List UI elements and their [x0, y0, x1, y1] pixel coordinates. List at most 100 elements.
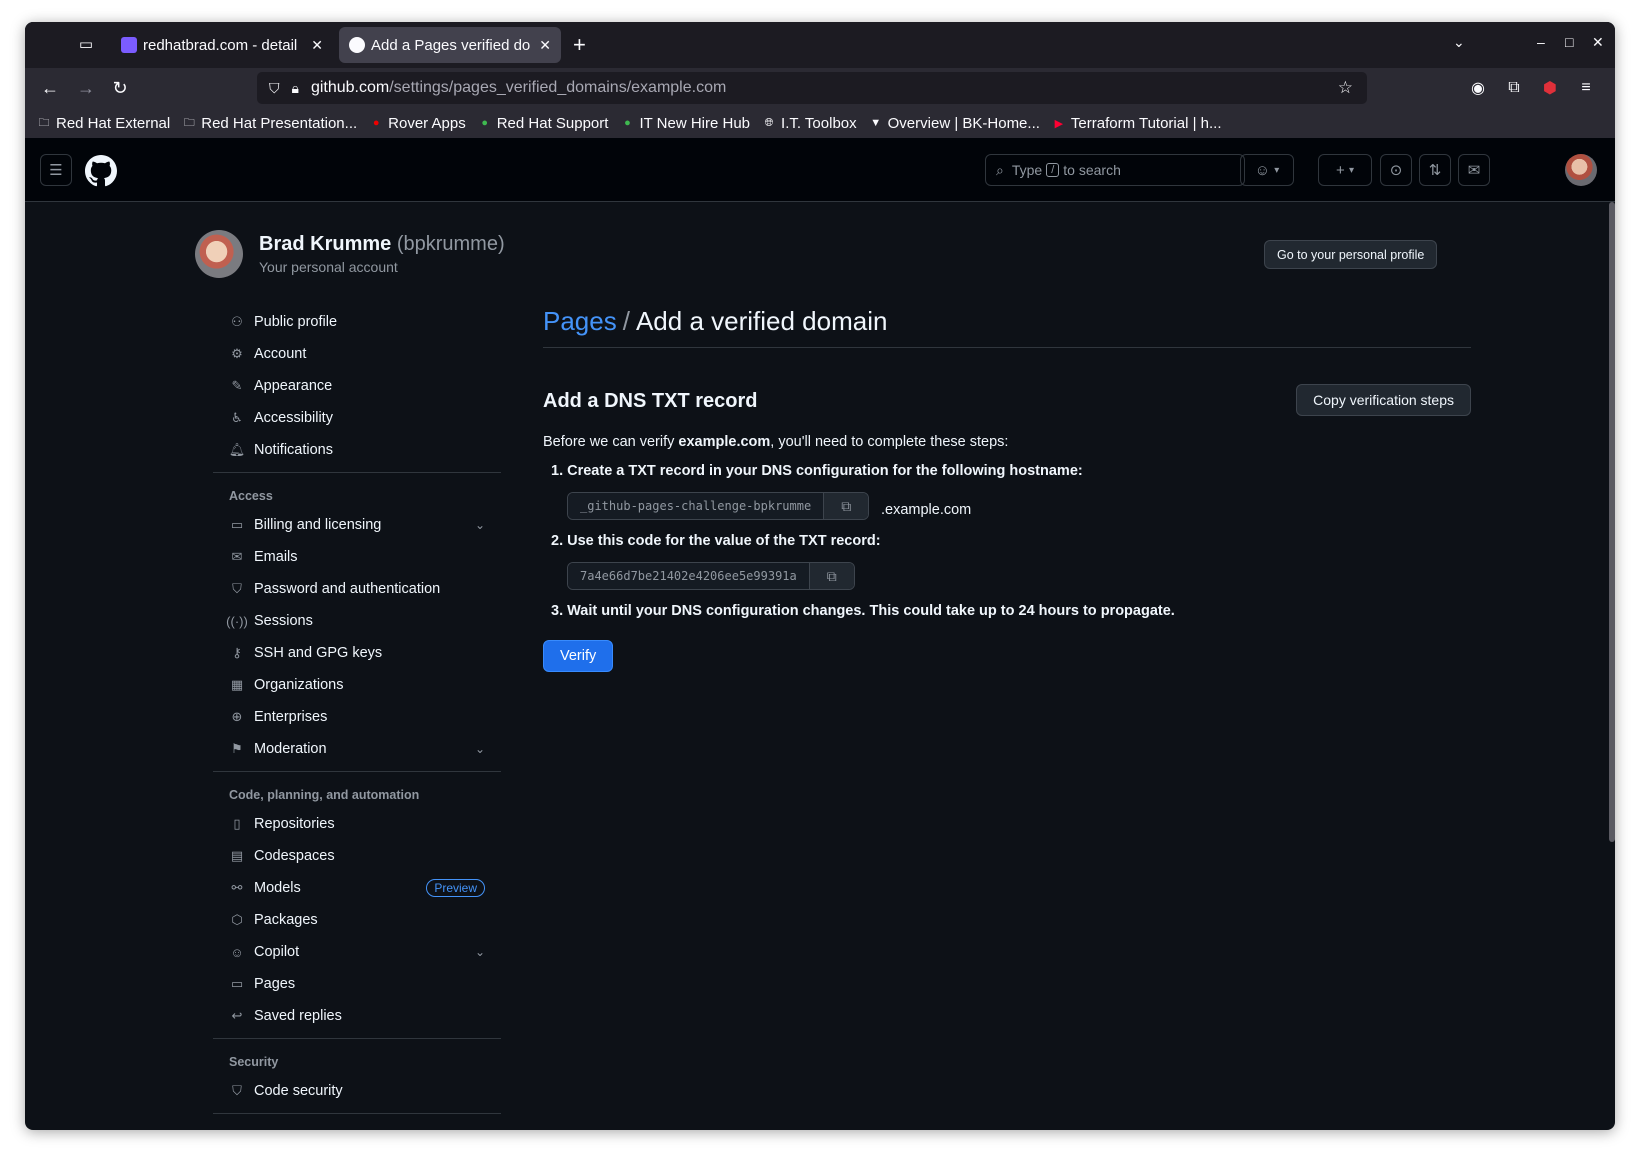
sidebar-item-code-security[interactable]: ⛉ Code security [213, 1075, 501, 1107]
lock-icon[interactable]: 🔒︎ [292, 80, 299, 97]
verify-button[interactable]: Verify [543, 640, 614, 672]
menu-icon[interactable]: ≡ [1575, 77, 1597, 99]
create-new-button[interactable]: + ▾ [1318, 154, 1372, 186]
search-shortcut: / [1046, 163, 1060, 177]
url-bar[interactable]: ⛉ 🔒︎ github.com/settings/pages_verified_… [257, 72, 1367, 104]
sidebar-item-label: SSH and GPG keys [254, 645, 383, 661]
bookmark-item[interactable]: ● IT New Hire Hub [620, 115, 750, 132]
scrollbar[interactable] [1609, 202, 1615, 842]
sidebar-item-label: Password and authentication [254, 581, 441, 597]
close-tab-icon[interactable]: ✕ [539, 37, 551, 54]
sidebar-divider [213, 1113, 501, 1114]
green-circle-icon: ● [624, 117, 631, 129]
close-tab-icon[interactable]: ✕ [311, 37, 323, 54]
sidebar-item-billing[interactable]: ▭ Billing and licensing ⌄ [213, 509, 501, 541]
tab-redhatbrad[interactable]: redhatbrad.com - detail ✕ [111, 27, 333, 63]
tab-overview-icon[interactable]: ▭ [75, 33, 97, 55]
bookmark-star-icon[interactable]: ☆ [1338, 78, 1353, 98]
sidebar-item-public-profile[interactable]: ⚇ Public profile [213, 306, 501, 338]
sidebar-item-emails[interactable]: ✉ Emails [213, 541, 501, 573]
bookmark-item[interactable]: ● Rover Apps [369, 115, 466, 132]
bookmark-label: Rover Apps [388, 114, 466, 132]
close-window-icon[interactable]: ✕ [1592, 34, 1604, 51]
issues-icon[interactable]: ⊙ [1380, 154, 1412, 186]
reload-icon[interactable]: ↻ [107, 75, 133, 101]
sidebar-item-pages[interactable]: ▭ Pages [213, 968, 501, 1000]
bookmark-item[interactable]: ● Red Hat Support [478, 115, 608, 132]
forward-icon[interactable]: → [73, 75, 99, 101]
copy-verification-steps-button[interactable]: Copy verification steps [1296, 384, 1471, 416]
txt-record-code[interactable]: 7a4e66d7be21402e4206ee5e99391a [568, 563, 810, 589]
intro-text: Before we can verify example.com, you'll… [543, 434, 1008, 450]
sidebar-item-enterprises[interactable]: ⊕ Enterprises [213, 701, 501, 733]
sidebar-item-codespaces[interactable]: ▤ Codespaces [213, 840, 501, 872]
search-input[interactable]: ⌕ Type / to search [985, 154, 1245, 186]
go-to-profile-button[interactable]: Go to your personal profile [1264, 240, 1438, 269]
bookmark-item[interactable]: 🗀 Red Hat Presentation... [182, 115, 357, 132]
sidebar-item-label: Copilot [254, 944, 300, 960]
sidebar-item-ssh-gpg[interactable]: ⚷ SSH and GPG keys [213, 637, 501, 669]
bookmark-item[interactable]: ▼ Overview | BK-Home... [869, 115, 1040, 132]
account-icon[interactable]: ◉ [1467, 77, 1489, 99]
avatar[interactable] [1565, 154, 1597, 186]
sidebar-item-organizations[interactable]: ▦ Organizations [213, 669, 501, 701]
search-placeholder: Type [1011, 162, 1043, 178]
copy-icon[interactable]: ⧉ [824, 493, 869, 519]
back-icon[interactable]: ← [37, 75, 63, 101]
chevron-down-icon[interactable]: ⌄ [475, 945, 485, 959]
credit-card-icon: ▭ [230, 517, 244, 532]
breadcrumb-pages-link[interactable]: Pages [543, 306, 617, 336]
report-icon: ⚑ [231, 741, 243, 756]
ublock-icon[interactable]: ⬢ [1539, 77, 1561, 99]
bookmark-item[interactable]: 🗀 Red Hat External [37, 115, 171, 132]
sidebar-item-label: Code security [254, 1083, 343, 1099]
hostname-code[interactable]: _github-pages-challenge-bpkrumme [568, 493, 825, 519]
bookmark-item[interactable]: ▶ Terraform Tutorial | h... [1052, 115, 1222, 132]
youtube-icon: ▶ [1054, 117, 1064, 130]
sidebar-item-models[interactable]: ⚯ Models Preview [213, 872, 501, 904]
sidebar-item-account[interactable]: ⚙ Account [213, 338, 501, 370]
sidebar-item-appearance[interactable]: ✎ Appearance [213, 370, 501, 402]
plus-icon: + [1336, 161, 1345, 179]
sidebar-item-moderation[interactable]: ⚑ Moderation ⌄ [213, 733, 501, 765]
sidebar-item-copilot[interactable]: ☺ Copilot ⌄ [213, 936, 501, 968]
sidebar-item-accessibility[interactable]: ♿︎ Accessibility [213, 402, 501, 434]
sidebar-item-password[interactable]: ⛉ Password and authentication [213, 573, 501, 605]
bookmark-item[interactable]: 🌐︎ I.T. Toolbox [762, 115, 857, 132]
github-logo-icon[interactable] [85, 155, 117, 187]
browser-icon: ▭ [230, 976, 244, 991]
sidebar-item-label: Enterprises [254, 709, 328, 725]
sidebar-item-label: Billing and licensing [254, 517, 382, 533]
globe-icon: 🌐︎ [764, 116, 774, 129]
terraform-icon: ▼ [870, 117, 882, 129]
shield-icon: ⛉ [232, 1083, 242, 1098]
sidebar-divider [213, 472, 501, 473]
inbox-icon[interactable]: ✉ [1458, 154, 1490, 186]
chevron-down-icon[interactable]: ⌄ [475, 518, 485, 532]
shield-icon[interactable]: ⛉ [269, 80, 280, 97]
avatar[interactable] [195, 230, 243, 278]
sidebar-item-label: Sessions [254, 613, 313, 629]
tab-title: redhatbrad.com - detail [143, 36, 298, 54]
bookmark-label: Overview | BK-Home... [887, 114, 1040, 132]
minimize-icon[interactable]: – [1537, 34, 1545, 50]
sidebar-item-repositories[interactable]: ▯ Repositories [213, 808, 501, 840]
sidebar-item-sessions[interactable]: ((·)) Sessions [213, 605, 501, 637]
maximize-icon[interactable]: □ [1565, 34, 1573, 50]
chevron-down-icon[interactable]: ⌄ [475, 742, 485, 756]
sidebar-heading-access: Access [229, 489, 273, 503]
new-tab-icon[interactable]: + [573, 32, 586, 58]
sidebar-item-label: Public profile [254, 314, 338, 330]
nav-bar: ← → ↻ ⛉ 🔒︎ github.com/settings/pages_ver… [25, 68, 1615, 108]
pull-requests-icon[interactable]: ⇅ [1419, 154, 1451, 186]
copilot-button[interactable]: ☺ ▾ [1240, 154, 1294, 186]
chevron-down-icon[interactable]: ⌄ [1453, 34, 1465, 51]
copy-icon[interactable]: ⧉ [809, 563, 854, 589]
hamburger-menu-icon[interactable]: ☰ [40, 154, 72, 186]
extensions-icon[interactable]: ⧉ [1503, 77, 1525, 99]
profile-subtitle: Your personal account [259, 259, 398, 275]
sidebar-item-notifications[interactable]: 🔔︎ Notifications [213, 434, 501, 466]
sidebar-item-packages[interactable]: ⬡ Packages [213, 904, 501, 936]
sidebar-item-saved-replies[interactable]: ↩ Saved replies [213, 1000, 501, 1032]
tab-add-pages-verified[interactable]: Add a Pages verified do ✕ [339, 27, 561, 63]
